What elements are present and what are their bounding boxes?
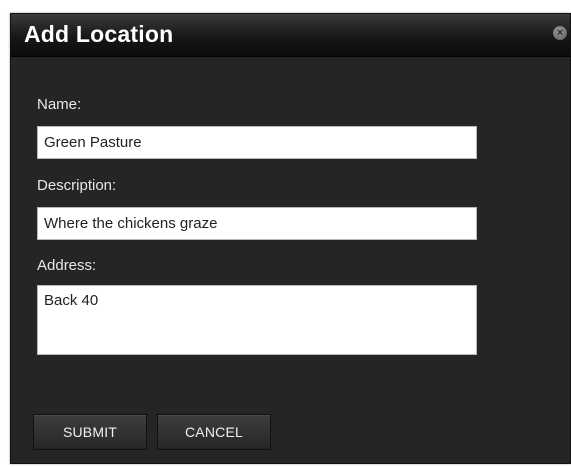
close-icon[interactable]: × — [553, 26, 567, 40]
address-label: Address: — [37, 257, 97, 274]
dialog-titlebar: Add Location × — [11, 14, 570, 57]
name-label: Name: — [37, 96, 82, 113]
submit-button[interactable]: SUBMIT — [33, 414, 147, 450]
description-field[interactable] — [37, 207, 477, 240]
dialog-title: Add Location — [24, 21, 174, 47]
description-label: Description: — [37, 177, 117, 194]
address-field[interactable]: Back 40 — [37, 285, 477, 355]
name-field[interactable] — [37, 126, 477, 159]
cancel-button[interactable]: CANCEL — [157, 414, 271, 450]
add-location-dialog: Add Location × Name: Description: Addres… — [10, 13, 571, 464]
